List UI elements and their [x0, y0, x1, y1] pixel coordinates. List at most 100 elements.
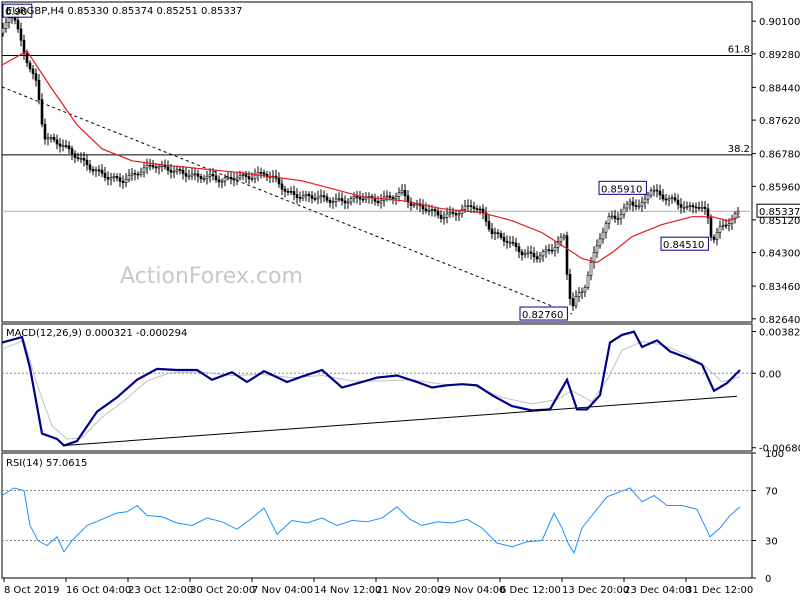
candle-body: [145, 164, 149, 169]
fib-label-0: 61.8: [728, 44, 750, 55]
candle-body: [226, 176, 230, 179]
candle-body: [7, 17, 11, 23]
candle-body: [649, 190, 653, 196]
candle-body: [73, 153, 77, 158]
candle-body: [727, 223, 731, 226]
candle-body: [166, 166, 170, 171]
candle-body: [139, 171, 143, 175]
candle-body: [523, 253, 527, 256]
candle-body: [457, 213, 461, 216]
candle-body: [532, 252, 536, 257]
candle-body: [46, 137, 50, 140]
rsi-tick-1: 70: [765, 487, 778, 498]
candle-body: [220, 180, 224, 183]
candle-body: [349, 198, 353, 203]
candle-body: [430, 209, 434, 211]
candle-body: [148, 164, 152, 167]
candle-body: [607, 215, 611, 224]
candle-body: [172, 170, 176, 173]
candle-body: [412, 204, 416, 207]
candle-body: [223, 177, 227, 182]
candle-body: [715, 232, 719, 240]
candle-body: [322, 195, 326, 198]
price-axis: 0.90100 0.89280 0.88440 0.87620 0.86780 0.859…: [752, 17, 800, 326]
candle-body: [178, 169, 182, 171]
candle-body: [616, 218, 620, 220]
candle-body: [679, 204, 683, 208]
rsi-tick-0: 100: [765, 449, 784, 460]
candle-body: [142, 167, 146, 173]
annotation-label-1: 0.85910: [601, 184, 642, 195]
candle-body: [127, 174, 131, 180]
candle-body: [610, 215, 614, 218]
candle-body: [199, 176, 203, 180]
candle-body: [190, 173, 194, 177]
candle-body: [442, 217, 446, 219]
candle-body: [259, 172, 263, 174]
candle-body: [304, 194, 308, 197]
candle-body: [592, 252, 596, 263]
candle-body: [712, 236, 716, 240]
candle-body: [520, 251, 524, 256]
candle-body: [583, 287, 587, 293]
candle-body: [70, 148, 74, 155]
candle-body: [445, 213, 449, 218]
candle-body: [289, 191, 293, 193]
candle-body: [493, 232, 497, 235]
candle-body: [103, 172, 107, 178]
candle-body: [79, 158, 83, 160]
candle-body: [628, 201, 632, 205]
candle-body: [529, 251, 533, 254]
candle-body: [736, 210, 740, 215]
candle-body: [313, 198, 317, 200]
candle-body: [286, 191, 290, 193]
candle-body: [625, 203, 629, 209]
candle-body: [328, 200, 332, 203]
rsi-tick-2: 30: [765, 537, 778, 548]
rsi-panel-frame: [1, 452, 753, 579]
candle-body: [673, 197, 677, 201]
candle-body: [325, 196, 329, 201]
candle-body: [574, 296, 578, 307]
candle-body: [307, 194, 311, 197]
candle-body: [241, 174, 245, 176]
candle-body: [94, 169, 98, 172]
price-chart-title: EURGBP,H4 0.85330 0.85374 0.85251 0.8533…: [6, 6, 242, 17]
candle-body: [511, 241, 515, 244]
candle-body: [589, 261, 593, 276]
candle-body: [109, 177, 113, 180]
candle-body: [85, 159, 89, 166]
candle-body: [58, 143, 62, 147]
candle-body: [394, 196, 398, 199]
candle-body: [700, 206, 704, 209]
candle-body: [433, 209, 437, 212]
candle-body: [694, 206, 698, 209]
candle-body: [655, 189, 659, 192]
candle-body: [37, 79, 41, 100]
candle-body: [472, 206, 476, 209]
candle-body: [487, 221, 491, 230]
macd-panel: 0.003820.00-0.006803 MACD(12,26,9) 0.000…: [1, 323, 800, 455]
time-tick-6: 21 Nov 20:00: [376, 585, 443, 596]
candle-body: [157, 166, 161, 169]
annotation-label-2: 0.84510: [663, 240, 704, 251]
macd-tick-0: 0.00382: [759, 327, 800, 338]
candle-body: [499, 233, 503, 238]
candle-body: [31, 68, 35, 74]
time-tick-0: 8 Oct 2019: [4, 585, 59, 596]
candle-body: [400, 190, 404, 193]
price-panel: ActionForex.com 61.838.2 0.900.859100.84…: [1, 1, 800, 326]
price-tick-5: 0.85960: [759, 182, 800, 193]
candle-body: [685, 206, 689, 208]
candle-body: [439, 214, 443, 219]
price-tick-4: 0.86780: [759, 150, 800, 161]
candle-body: [364, 197, 368, 200]
candle-body: [631, 201, 635, 206]
candle-body: [238, 174, 242, 179]
candle-body: [580, 291, 584, 294]
candle-body: [211, 174, 215, 177]
candle-body: [136, 173, 140, 176]
price-tick-1: 0.89280: [759, 50, 800, 61]
candle-body: [97, 169, 101, 172]
candle-body: [331, 201, 335, 203]
